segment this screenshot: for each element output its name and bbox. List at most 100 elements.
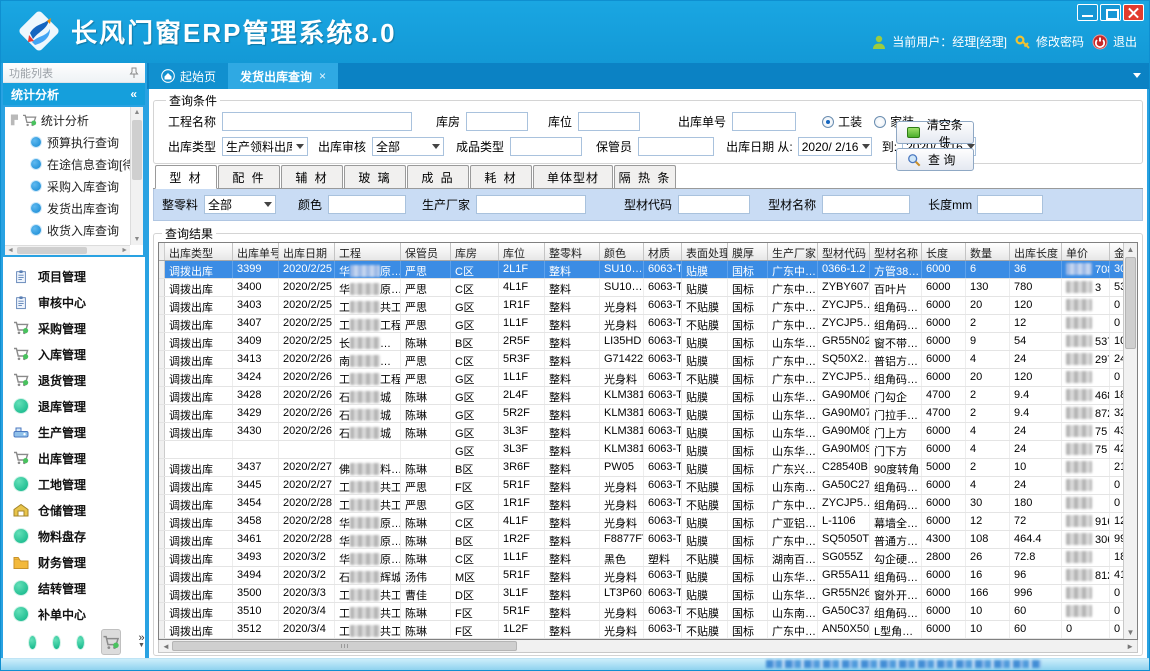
cart-module-button[interactable] bbox=[101, 629, 121, 655]
column-header-材质[interactable]: 材质 bbox=[644, 243, 682, 260]
material-tab-单体型材[interactable]: 单体型材 bbox=[533, 165, 613, 188]
table-row[interactable]: 调拨出库34132020/2/26南…严思C区5R3F整料G714226063-… bbox=[159, 351, 1123, 369]
material-tab-隔热条[interactable]: 隔 热 条 bbox=[614, 165, 676, 188]
material-tab-配件[interactable]: 配 件 bbox=[218, 165, 280, 188]
tree-item[interactable]: 在途信息查询[待 bbox=[11, 153, 127, 175]
radio-gongzhuang[interactable]: 工装 bbox=[822, 113, 862, 130]
pin-icon[interactable] bbox=[129, 67, 139, 79]
whole-part-select[interactable]: 全部 bbox=[204, 195, 276, 214]
clear-conditions-button[interactable]: 清空条件 bbox=[896, 121, 974, 144]
table-row[interactable]: G区3L3F整料KLM38176063-T5贴膜国标山东华…GA90M09.门下… bbox=[159, 441, 1123, 459]
sidebar-item-仓储管理[interactable]: 仓储管理 bbox=[13, 497, 145, 523]
out-type-select[interactable]: 生产领料出库 bbox=[222, 137, 308, 156]
column-header-型材名称[interactable]: 型材名称 bbox=[870, 243, 922, 260]
sidebar-item-物料盘存[interactable]: 物料盘存 bbox=[13, 523, 145, 549]
column-header-出库日期[interactable]: 出库日期 bbox=[279, 243, 335, 260]
sidebar-item-入库管理[interactable]: 入库管理 bbox=[13, 341, 145, 367]
table-row[interactable]: 调拨出库35122020/3/4工共工程陈琳F区1L2F整料光身料6063-T5… bbox=[159, 621, 1123, 639]
change-password-button[interactable]: 修改密码 bbox=[1015, 33, 1084, 50]
scroll-down-icon[interactable]: ▼ bbox=[131, 236, 143, 243]
column-header-数量[interactable]: 数量 bbox=[966, 243, 1010, 260]
column-header-库位[interactable]: 库位 bbox=[499, 243, 545, 260]
material-tab-成品[interactable]: 成 品 bbox=[407, 165, 469, 188]
column-header-膜厚[interactable]: 膜厚 bbox=[728, 243, 768, 260]
tree-item[interactable]: 收货入库查询 bbox=[11, 219, 127, 241]
keeper-input[interactable] bbox=[638, 137, 714, 156]
column-header-库房[interactable]: 库房 bbox=[451, 243, 499, 260]
table-row[interactable]: 调拨出库34292020/2/26石城陈琳G区5R2F整料KLM38176063… bbox=[159, 405, 1123, 423]
sidebar-item-出库管理[interactable]: 出库管理 bbox=[13, 445, 145, 471]
sidebar-item-审核中心[interactable]: 审核中心 bbox=[13, 289, 145, 315]
column-header-单价[interactable]: 单价 bbox=[1062, 243, 1110, 260]
scroll-right-icon[interactable]: ► bbox=[1126, 642, 1134, 651]
material-tab-辅材[interactable]: 辅 材 bbox=[281, 165, 343, 188]
tree-vertical-scrollbar[interactable]: ▲ ▼ bbox=[130, 107, 143, 245]
table-row[interactable]: 调拨出库34452020/2/27工共工程严思F区5R1F整料光身料6063-T… bbox=[159, 477, 1123, 495]
tab-close-icon[interactable]: × bbox=[319, 69, 326, 83]
logout-button[interactable]: 退出 bbox=[1092, 33, 1137, 50]
sidebar-item-工地管理[interactable]: 工地管理 bbox=[13, 471, 145, 497]
color-input[interactable] bbox=[328, 195, 406, 214]
warehouse-input[interactable] bbox=[466, 112, 528, 131]
profile-code-input[interactable] bbox=[678, 195, 750, 214]
scroll-left-icon[interactable]: ◄ bbox=[162, 642, 170, 651]
material-tab-耗材[interactable]: 耗 材 bbox=[470, 165, 532, 188]
scroll-up-icon[interactable]: ▲ bbox=[1124, 245, 1137, 254]
scroll-down-icon[interactable]: ▼ bbox=[1124, 628, 1137, 637]
table-row[interactable]: 调拨出库34002020/2/25华原…严思C区4L1F整料SU10…6063-… bbox=[159, 279, 1123, 297]
tree-horizontal-scrollbar[interactable]: ◄ ► bbox=[5, 245, 130, 255]
tree-item[interactable]: 发货出库查询 bbox=[11, 197, 127, 219]
table-row[interactable]: 调拨出库35102020/3/4工共工程陈琳F区5R1F整料光身料6063-T5… bbox=[159, 603, 1123, 621]
collapse-icon[interactable]: « bbox=[130, 87, 137, 101]
column-header-生产厂家[interactable]: 生产厂家 bbox=[768, 243, 818, 260]
column-header-长度[interactable]: 长度 bbox=[922, 243, 966, 260]
column-header-出库类型[interactable]: 出库类型 bbox=[165, 243, 233, 260]
sidebar-item-财务管理[interactable]: 财务管理 bbox=[13, 549, 145, 575]
module-dot-icon[interactable] bbox=[53, 636, 60, 649]
table-row[interactable]: 调拨出库34032020/2/25工共工程严思G区1R1F整料光身料6063-T… bbox=[159, 297, 1123, 315]
column-header-工程[interactable]: 工程 bbox=[335, 243, 401, 260]
table-row[interactable]: 调拨出库34242020/2/26工工程严思G区1L1F整料光身料6063-T5… bbox=[159, 369, 1123, 387]
menu-overflow-button[interactable]: » ▼ bbox=[138, 634, 145, 650]
sidebar-item-退库管理[interactable]: 退库管理 bbox=[13, 393, 145, 419]
column-header-整零料[interactable]: 整零料 bbox=[545, 243, 600, 260]
table-row[interactable]: 调拨出库34932020/3/2华原…陈琳C区1L1F整料黑色塑料不贴膜国标湖南… bbox=[159, 549, 1123, 567]
table-row[interactable]: 调拨出库33992020/2/25华原…严思C区2L1F整料SU10…6063-… bbox=[159, 261, 1123, 279]
table-row[interactable]: 调拨出库35002020/3/3工共工程曹佳D区3L1F整料LT3P606063… bbox=[159, 585, 1123, 603]
grid-horizontal-scrollbar[interactable]: ◄ ► bbox=[158, 640, 1138, 653]
sidebar-item-结转管理[interactable]: 结转管理 bbox=[13, 575, 145, 601]
column-header-金额[interactable]: 金额 bbox=[1110, 243, 1123, 260]
date-from-picker[interactable]: 2020/ 2/16 bbox=[798, 137, 872, 156]
column-header-颜色[interactable]: 颜色 bbox=[600, 243, 644, 260]
table-row[interactable]: 调拨出库34372020/2/27佛料…陈琳B区3R6F整料PW056063-T… bbox=[159, 459, 1123, 477]
module-dot-icon[interactable] bbox=[29, 636, 36, 649]
table-row[interactable]: 调拨出库34302020/2/26石城陈琳G区3L3F整料KLM38176063… bbox=[159, 423, 1123, 441]
sidebar-item-退货管理[interactable]: 退货管理 bbox=[13, 367, 145, 393]
sidebar-item-生产管理[interactable]: 生产管理 bbox=[13, 419, 145, 445]
scrollbar-thumb[interactable] bbox=[1125, 257, 1136, 349]
manufacturer-input[interactable] bbox=[476, 195, 586, 214]
project-name-input[interactable] bbox=[222, 112, 412, 131]
maximize-button[interactable] bbox=[1100, 4, 1121, 21]
tab-outbound-query[interactable]: 发货出库查询 × bbox=[228, 63, 338, 89]
table-row[interactable]: 调拨出库34092020/2/25长…陈琳B区2R5F整料LI35HD6063-… bbox=[159, 333, 1123, 351]
tree-item[interactable]: 采购入库查询 bbox=[11, 175, 127, 197]
table-row[interactable]: 调拨出库34582020/2/28华原…陈琳C区4L1F整料光身料6063-T5… bbox=[159, 513, 1123, 531]
sidebar-item-项目管理[interactable]: 项目管理 bbox=[13, 263, 145, 289]
material-tab-玻璃[interactable]: 玻 璃 bbox=[344, 165, 406, 188]
material-tab-型材[interactable]: 型 材 bbox=[155, 165, 217, 189]
scrollbar-thumb[interactable] bbox=[132, 120, 142, 180]
tree-item[interactable]: 预算执行查询 bbox=[11, 131, 127, 153]
product-type-input[interactable] bbox=[510, 137, 582, 156]
sidebar-item-采购管理[interactable]: 采购管理 bbox=[13, 315, 145, 341]
scrollbar-thumb[interactable] bbox=[172, 641, 517, 651]
module-dot-icon[interactable] bbox=[77, 636, 84, 649]
tab-list-caret-icon[interactable] bbox=[1133, 73, 1141, 78]
order-no-input[interactable] bbox=[732, 112, 796, 131]
close-button[interactable] bbox=[1123, 4, 1144, 21]
column-header-表面处理[interactable]: 表面处理 bbox=[682, 243, 728, 260]
column-header-型材代码[interactable]: 型材代码 bbox=[818, 243, 870, 260]
search-button[interactable]: 查 询 bbox=[896, 148, 974, 171]
scrollbar-thumb[interactable] bbox=[17, 247, 87, 254]
table-row[interactable]: 调拨出库34282020/2/26石城陈琳G区2L4F整料KLM38176063… bbox=[159, 387, 1123, 405]
